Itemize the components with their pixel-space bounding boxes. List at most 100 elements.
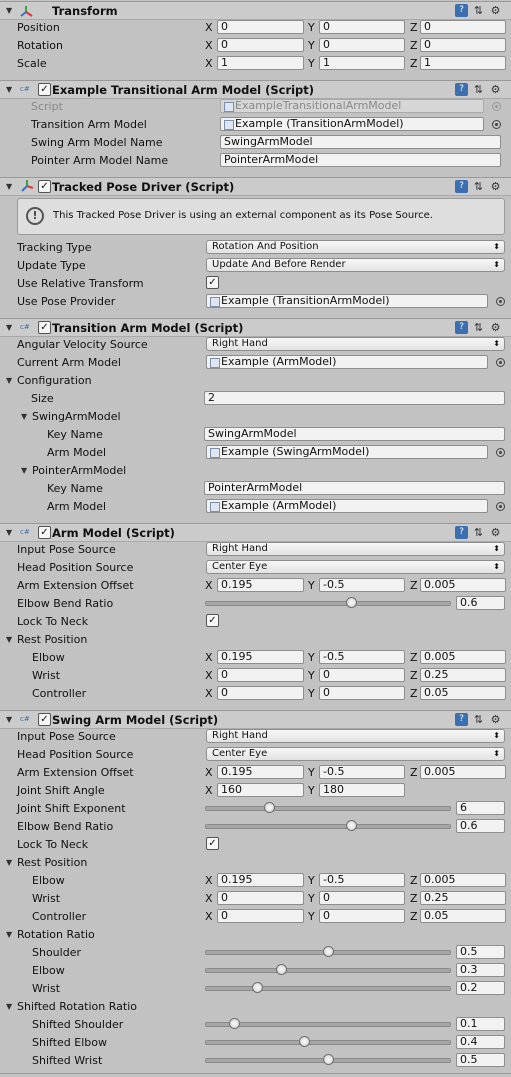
element-foldout[interactable]: PointerArmModel [32, 464, 126, 477]
joint-shift-exponent-field[interactable]: 6 [456, 801, 505, 815]
axis-x-label[interactable]: X [205, 766, 213, 779]
gear-icon[interactable]: ⚙ [489, 83, 502, 96]
slider-track[interactable] [205, 986, 451, 991]
axis-y-label[interactable]: Y [308, 874, 315, 887]
axis-x-label[interactable]: X [205, 892, 213, 905]
arm-extension-x-field[interactable]: 0.195 [217, 578, 304, 592]
elbow-ratio-field[interactable]: 0.3 [456, 963, 505, 977]
slider-track[interactable] [205, 968, 451, 973]
arm-extension-x-field[interactable]: 0.195 [217, 765, 304, 779]
axis-x-label[interactable]: X [205, 874, 213, 887]
gear-icon[interactable]: ⚙ [489, 180, 502, 193]
axis-x-label[interactable]: X [205, 57, 213, 70]
help-book-icon[interactable]: ? [455, 526, 468, 539]
am-header[interactable]: ▼ c# ✓ Arm Model (Script) ? ⇅ ⚙ [0, 523, 511, 542]
axis-z-label[interactable]: Z [410, 687, 418, 700]
object-picker-icon[interactable] [492, 120, 501, 129]
elbow-bend-ratio-field[interactable]: 0.6 [456, 819, 505, 833]
axis-x-label[interactable]: X [205, 687, 213, 700]
foldout-icon[interactable]: ▼ [6, 376, 12, 385]
elbow-z-field[interactable]: 0.005 [420, 873, 506, 887]
controller-y-field[interactable]: 0 [319, 909, 405, 923]
help-book-icon[interactable]: ? [455, 4, 468, 17]
preset-icon[interactable]: ⇅ [472, 4, 485, 17]
axis-y-label[interactable]: Y [308, 892, 315, 905]
rotation-z-field[interactable]: 0 [420, 38, 506, 52]
foldout-icon[interactable]: ▼ [21, 412, 27, 421]
elbow-ratio-slider[interactable] [205, 964, 451, 976]
position-y-field[interactable]: 0 [319, 20, 405, 34]
object-picker-icon[interactable] [496, 297, 505, 306]
wrist-y-field[interactable]: 0 [319, 891, 405, 905]
foldout-icon[interactable]: ▼ [6, 635, 12, 644]
slider-thumb[interactable] [323, 946, 334, 957]
enabled-checkbox[interactable]: ✓ [38, 713, 51, 726]
axis-z-label[interactable]: Z [410, 579, 418, 592]
help-book-icon[interactable]: ? [455, 180, 468, 193]
foldout-icon[interactable]: ▼ [6, 85, 12, 94]
elbow-bend-ratio-slider[interactable] [205, 597, 451, 609]
position-x-field[interactable]: 0 [217, 20, 304, 34]
elbow-x-field[interactable]: 0.195 [217, 650, 304, 664]
foldout-icon[interactable]: ▼ [6, 6, 12, 15]
shifted-rotation-ratio-foldout[interactable]: Shifted Rotation Ratio [17, 1000, 137, 1013]
axis-x-label[interactable]: X [205, 579, 213, 592]
input-pose-source-dropdown[interactable]: Right Hand ⬍ [206, 542, 505, 556]
foldout-icon[interactable]: ▼ [6, 858, 12, 867]
use-relative-transform-checkbox[interactable]: ✓ [206, 276, 219, 289]
foldout-icon[interactable]: ▼ [6, 715, 12, 724]
axis-y-label[interactable]: Y [308, 651, 315, 664]
object-picker-icon[interactable] [496, 448, 505, 457]
enabled-checkbox[interactable]: ✓ [38, 526, 51, 539]
preset-icon[interactable]: ⇅ [472, 321, 485, 334]
slider-track[interactable] [205, 601, 451, 606]
head-position-source-dropdown[interactable]: Center Eye ⬍ [206, 560, 505, 574]
tam-header[interactable]: ▼ c# ✓ Transition Arm Model (Script) ? ⇅ ⚙ [0, 318, 511, 337]
etam-header[interactable]: ▼ c# ✓ Example Transitional Arm Model (S… [0, 80, 511, 99]
axis-z-label[interactable]: Z [410, 669, 418, 682]
slider-thumb[interactable] [229, 1018, 240, 1029]
axis-z-label[interactable]: Z [410, 21, 418, 34]
help-book-icon[interactable]: ? [455, 713, 468, 726]
current-arm-model-field[interactable]: Example (ArmModel) [206, 355, 488, 369]
gear-icon[interactable]: ⚙ [489, 713, 502, 726]
foldout-icon[interactable]: ▼ [6, 930, 12, 939]
help-book-icon[interactable]: ? [455, 321, 468, 334]
axis-y-label[interactable]: Y [308, 669, 315, 682]
scale-z-field[interactable]: 1 [420, 56, 506, 70]
axis-z-label[interactable]: Z [410, 39, 418, 52]
angular-velocity-source-dropdown[interactable]: Right Hand ⬍ [206, 337, 505, 351]
head-position-source-dropdown[interactable]: Center Eye ⬍ [206, 747, 505, 761]
axis-x-label[interactable]: X [205, 21, 213, 34]
sam-header[interactable]: ▼ c# ✓ Swing Arm Model (Script) ? ⇅ ⚙ [0, 710, 511, 729]
key-name-field[interactable]: PointerArmModel [204, 481, 505, 495]
joint-shift-angle-y-field[interactable]: 180 [319, 783, 405, 797]
wrist-x-field[interactable]: 0 [217, 891, 304, 905]
joint-shift-exponent-slider[interactable] [205, 802, 451, 814]
axis-y-label[interactable]: Y [308, 57, 315, 70]
wrist-y-field[interactable]: 0 [319, 668, 405, 682]
enabled-checkbox[interactable]: ✓ [38, 180, 51, 193]
axis-y-label[interactable]: Y [308, 21, 315, 34]
slider-thumb[interactable] [323, 1054, 334, 1065]
tpd-header[interactable]: ▼ ✓ Tracked Pose Driver (Script) ? ⇅ ⚙ [0, 177, 511, 196]
axis-x-label[interactable]: X [205, 39, 213, 52]
object-picker-icon[interactable] [496, 502, 505, 511]
controller-y-field[interactable]: 0 [319, 686, 405, 700]
scale-x-field[interactable]: 1 [217, 56, 304, 70]
arm-extension-z-field[interactable]: 0.005 [420, 578, 506, 592]
tracking-type-dropdown[interactable]: Rotation And Position ⬍ [206, 240, 505, 254]
arm-extension-y-field[interactable]: -0.5 [319, 578, 405, 592]
axis-y-label[interactable]: Y [308, 39, 315, 52]
input-pose-source-dropdown[interactable]: Right Hand ⬍ [206, 729, 505, 743]
rotation-x-field[interactable]: 0 [217, 38, 304, 52]
axis-y-label[interactable]: Y [308, 579, 315, 592]
axis-x-label[interactable]: X [205, 784, 213, 797]
object-picker-icon[interactable] [496, 358, 505, 367]
wrist-z-field[interactable]: 0.25 [420, 891, 506, 905]
slider-thumb[interactable] [264, 802, 275, 813]
axis-z-label[interactable]: Z [410, 651, 418, 664]
lock-to-neck-checkbox[interactable]: ✓ [206, 837, 219, 850]
pose-provider-field[interactable]: Example (TransitionArmModel) [206, 294, 488, 308]
slider-thumb[interactable] [346, 820, 357, 831]
